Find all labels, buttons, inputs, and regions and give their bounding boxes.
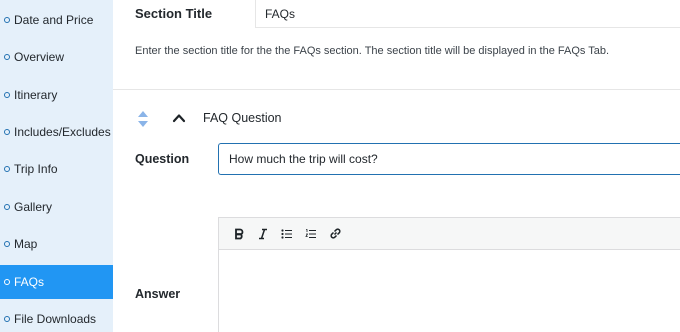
divider bbox=[113, 89, 680, 90]
answer-editor bbox=[218, 217, 680, 332]
sidebar-item-label: Itinerary bbox=[14, 88, 58, 102]
section-title-row: Section Title bbox=[113, 0, 680, 28]
section-title-description: Enter the section title for the the FAQs… bbox=[135, 45, 610, 57]
sidebar-item-date-and-price[interactable]: Date and Price bbox=[0, 3, 113, 37]
faq-question-heading: FAQ Question bbox=[203, 111, 282, 125]
italic-icon[interactable] bbox=[251, 222, 275, 246]
bullet-icon bbox=[4, 17, 10, 23]
sidebar-item-label: File Downloads bbox=[14, 312, 97, 326]
numbered-list-icon[interactable] bbox=[299, 222, 323, 246]
sidebar-item-gallery[interactable]: Gallery bbox=[0, 190, 113, 224]
sidebar-item-label: Includes/Excludes bbox=[14, 125, 111, 139]
link-icon[interactable] bbox=[323, 222, 347, 246]
section-title-input[interactable] bbox=[255, 0, 680, 28]
sidebar-item-file-downloads[interactable]: File Downloads bbox=[0, 302, 113, 332]
sidebar-item-map[interactable]: Map bbox=[0, 227, 113, 261]
question-input[interactable] bbox=[218, 143, 680, 175]
bullet-icon bbox=[4, 166, 10, 172]
bullet-icon bbox=[4, 92, 10, 98]
bullet-icon bbox=[4, 241, 10, 247]
question-label: Question bbox=[135, 152, 190, 166]
sort-arrows-icon[interactable] bbox=[137, 110, 149, 128]
sidebar-item-label: Overview bbox=[14, 50, 65, 64]
sidebar-item-overview[interactable]: Overview bbox=[0, 40, 113, 74]
main-content: Section Title Enter the section title fo… bbox=[113, 0, 680, 332]
editor-toolbar bbox=[219, 218, 680, 250]
sidebar-item-label: Date and Price bbox=[14, 13, 94, 27]
sidebar-item-includes-excludes[interactable]: Includes/Excludes bbox=[0, 115, 113, 149]
sidebar-item-label: Gallery bbox=[14, 200, 53, 214]
bullet-icon bbox=[4, 54, 10, 60]
bold-icon[interactable] bbox=[227, 222, 251, 246]
sidebar-item-faqs[interactable]: FAQs bbox=[0, 265, 113, 299]
bullet-icon bbox=[4, 129, 10, 135]
sidebar-item-trip-info[interactable]: Trip Info bbox=[0, 152, 113, 186]
sidebar-item-label: FAQs bbox=[14, 275, 45, 289]
bullet-icon bbox=[4, 279, 10, 285]
bullet-icon bbox=[4, 316, 10, 322]
bullet-list-icon[interactable] bbox=[275, 222, 299, 246]
sidebar: Date and Price Overview Itinerary Includ… bbox=[0, 0, 113, 332]
sidebar-item-label: Trip Info bbox=[14, 162, 58, 176]
bullet-icon bbox=[4, 204, 10, 210]
answer-label: Answer bbox=[135, 287, 181, 301]
sidebar-item-itinerary[interactable]: Itinerary bbox=[0, 78, 113, 112]
section-title-label: Section Title bbox=[135, 6, 213, 21]
chevron-up-icon[interactable] bbox=[172, 111, 186, 125]
sidebar-item-label: Map bbox=[14, 237, 38, 251]
